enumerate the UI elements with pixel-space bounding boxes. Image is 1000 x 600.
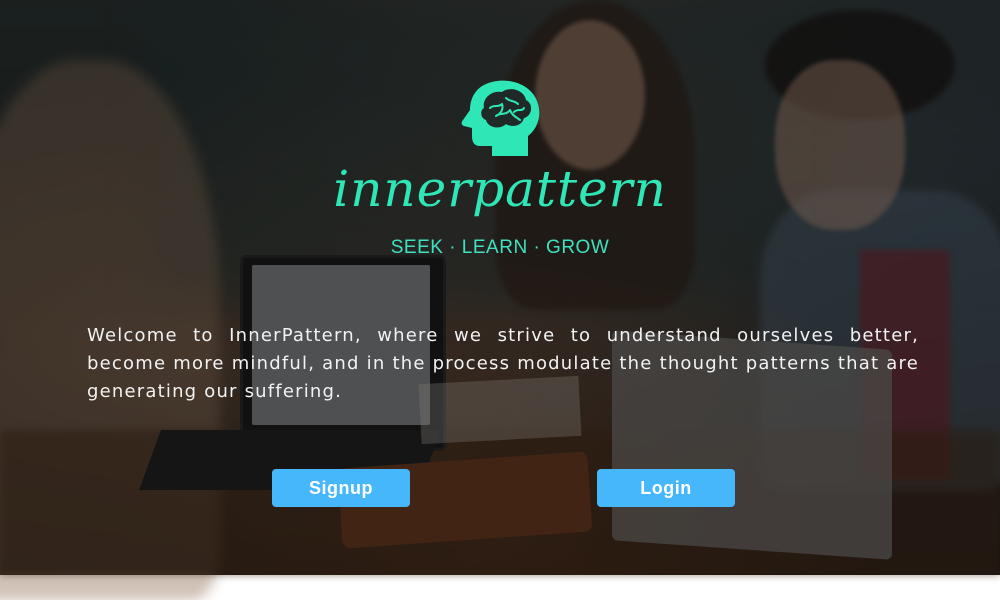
brand-wordmark: innerpattern (333, 160, 667, 218)
head-brain-icon (461, 80, 540, 156)
welcome-text: Welcome to InnerPattern, where we strive… (87, 325, 919, 402)
login-button[interactable]: Login (597, 469, 735, 507)
signup-button[interactable]: Signup (272, 469, 410, 507)
brand-tagline: SEEK · LEARN · GROW (390, 237, 610, 258)
